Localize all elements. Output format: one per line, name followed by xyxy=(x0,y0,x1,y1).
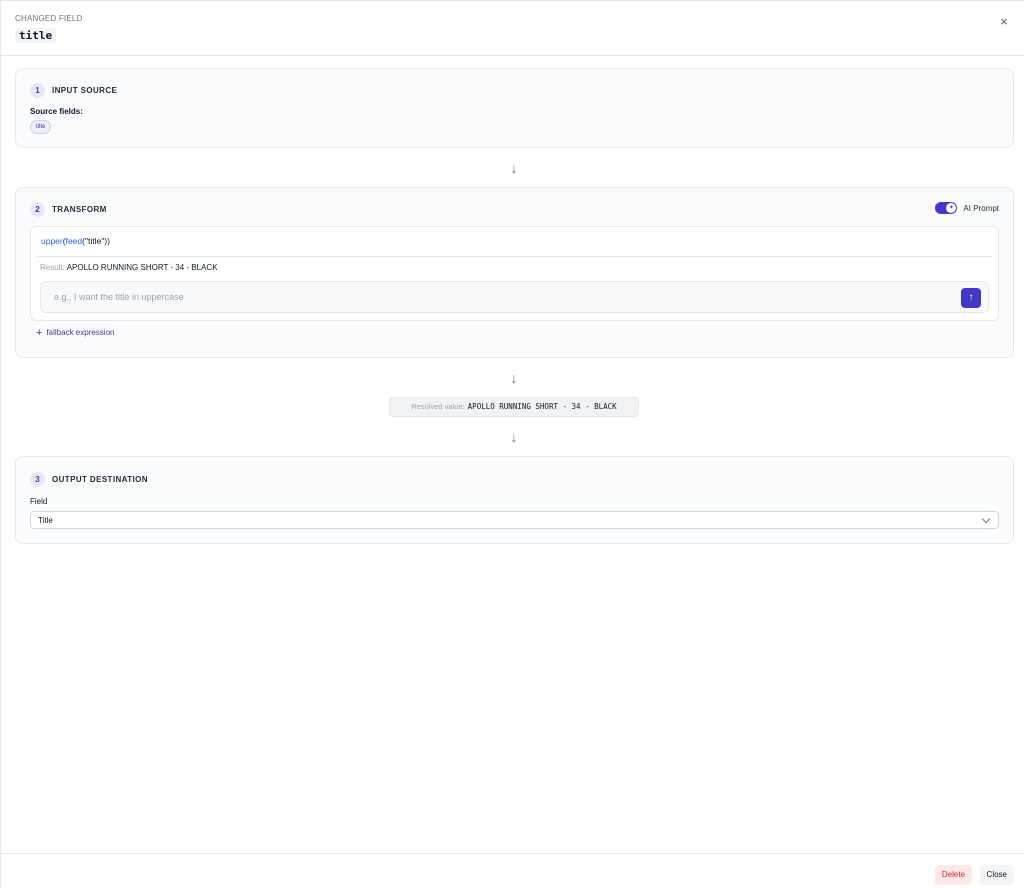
chevron-down-icon xyxy=(981,514,991,524)
fallback-label: fallback expression xyxy=(46,328,115,337)
close-button[interactable]: Close xyxy=(979,865,1014,885)
step-number: 1 xyxy=(30,83,45,98)
sparkle-icon: ✦ xyxy=(946,203,957,213)
close-icon[interactable]: × xyxy=(998,15,1010,28)
ai-prompt-box: ↑ xyxy=(40,281,989,313)
ai-prompt-toggle-group: ✦ AI Prompt xyxy=(935,202,999,214)
input-source-card: 1 INPUT SOURCE Source fields: title xyxy=(15,68,1014,148)
source-field-chip[interactable]: title xyxy=(30,120,52,134)
changed-field-panel: CHANGED FIELD title × 1 INPUT SOURCE Sou… xyxy=(0,0,1024,888)
ai-prompt-toggle[interactable]: ✦ xyxy=(935,202,958,214)
panel-footer: Delete Close xyxy=(1,853,1024,888)
arrow-down-icon: ↓ xyxy=(510,370,518,386)
resolved-value-label: Resolved value: xyxy=(411,402,465,411)
divider xyxy=(37,256,992,257)
expression-function-upper: upper xyxy=(41,236,63,246)
arrow-down-icon: ↓ xyxy=(510,429,518,445)
expression-editor: upper(feed("title")) Result: APOLLO RUNN… xyxy=(30,226,999,321)
transform-header: 2 TRANSFORM xyxy=(30,202,107,217)
step-title: TRANSFORM xyxy=(52,205,107,214)
expression-text[interactable]: upper(feed("title")) xyxy=(41,236,110,246)
plus-icon: + xyxy=(36,327,43,339)
delete-button[interactable]: Delete xyxy=(934,865,972,885)
arrow-down-icon: ↓ xyxy=(510,160,518,176)
panel-header: CHANGED FIELD title × xyxy=(1,1,1024,56)
field-select-value: Title xyxy=(38,516,53,525)
source-fields-label: Source fields: xyxy=(30,107,83,116)
step-number: 2 xyxy=(30,202,45,217)
input-source-header: 1 INPUT SOURCE xyxy=(30,83,117,98)
step-title: INPUT SOURCE xyxy=(52,86,118,95)
result-value: APOLLO RUNNING SHORT - 34 - BLACK xyxy=(66,263,218,272)
resolved-value: APOLLO RUNNING SHORT - 34 - BLACK xyxy=(467,402,617,411)
output-destination-card: 3 OUTPUT DESTINATION Field Title xyxy=(15,456,1014,544)
header-label: CHANGED FIELD xyxy=(15,14,83,23)
resolved-value-badge: Resolved value: APOLLO RUNNING SHORT - 34… xyxy=(389,397,639,417)
field-name-code: title xyxy=(15,28,57,43)
field-select[interactable]: Title xyxy=(30,511,999,529)
expression-function-feed: feed xyxy=(65,236,83,246)
send-arrow-icon[interactable]: ↑ xyxy=(961,288,981,308)
add-fallback-expression-button[interactable]: + fallback expression xyxy=(36,327,114,339)
step-number: 3 xyxy=(30,472,45,487)
ai-prompt-label: AI Prompt xyxy=(963,203,999,213)
expression-args: ("title")) xyxy=(82,236,110,246)
ai-prompt-input[interactable] xyxy=(45,286,955,308)
result-key: Result: xyxy=(40,263,65,272)
step-title: OUTPUT DESTINATION xyxy=(52,475,148,484)
output-destination-header: 3 OUTPUT DESTINATION xyxy=(30,472,148,487)
field-label: Field xyxy=(30,497,48,506)
transform-card: 2 TRANSFORM ✦ AI Prompt upper(feed("titl… xyxy=(15,187,1014,358)
expression-result: Result: APOLLO RUNNING SHORT - 34 - BLAC… xyxy=(40,263,218,272)
